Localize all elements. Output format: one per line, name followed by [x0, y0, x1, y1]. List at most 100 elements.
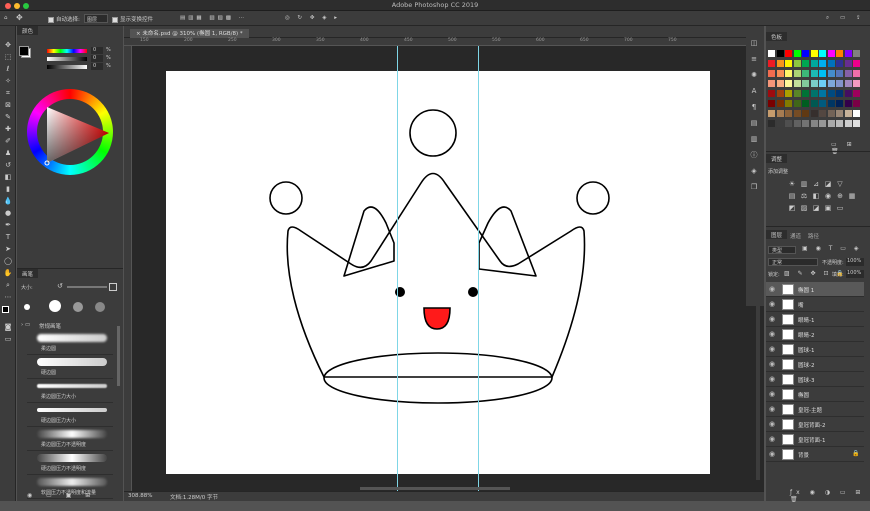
- color-swatch[interactable]: [836, 80, 843, 87]
- color-swatch[interactable]: [827, 70, 835, 77]
- eraser-tool-icon[interactable]: ◧: [3, 172, 13, 182]
- layer-filter-kind[interactable]: 类型: [768, 246, 796, 254]
- curves-icon[interactable]: ⊿: [812, 180, 820, 188]
- hue-saturation-icon[interactable]: ▤: [788, 192, 796, 200]
- brush-item[interactable]: 硬边圆压力不透明度: [27, 451, 113, 475]
- color-swatch[interactable]: [853, 60, 860, 67]
- color-swatch[interactable]: [785, 60, 792, 67]
- color-swatch[interactable]: [819, 90, 826, 97]
- threshold-icon[interactable]: ◪: [812, 204, 820, 212]
- color-swatch[interactable]: [827, 110, 835, 117]
- visibility-eye-icon[interactable]: ◉: [769, 450, 775, 458]
- brightness-value[interactable]: 0: [91, 63, 103, 70]
- color-swatch[interactable]: [768, 50, 775, 57]
- color-swatch[interactable]: [844, 110, 852, 117]
- 3d-mode-icons[interactable]: ◎ ↻ ✥ ◈ ▸: [285, 15, 340, 21]
- canvas[interactable]: [166, 71, 710, 474]
- color-swatch[interactable]: [768, 90, 775, 97]
- move-tool-icon[interactable]: ✥: [16, 13, 23, 22]
- color-swatch[interactable]: [810, 70, 818, 77]
- brush-preset-medium[interactable]: [49, 300, 61, 312]
- color-swatch[interactable]: [827, 50, 835, 57]
- channel-mixer-icon[interactable]: ⊕: [836, 192, 844, 200]
- color-swatch[interactable]: [810, 110, 818, 117]
- move-tool-icon[interactable]: ✥: [3, 40, 13, 50]
- more-tools-icon[interactable]: ⋯: [3, 292, 13, 302]
- visibility-eye-icon[interactable]: ◉: [769, 420, 775, 428]
- tab-channels[interactable]: 通道: [790, 232, 801, 240]
- tab-brushes[interactable]: 画笔: [17, 269, 39, 278]
- color-swatch[interactable]: [776, 90, 784, 97]
- zoom-level[interactable]: 308.88%: [128, 493, 152, 499]
- color-swatch[interactable]: [853, 110, 860, 117]
- reset-icon[interactable]: ↺: [57, 282, 63, 290]
- layer-row[interactable]: ◉ 圆球-1: [766, 342, 864, 357]
- color-swatch[interactable]: [776, 110, 784, 117]
- search-icon[interactable]: ⌕: [826, 15, 829, 22]
- color-swatch[interactable]: [785, 110, 792, 117]
- photo-filter-icon[interactable]: ◉: [824, 192, 832, 200]
- guide-line-left[interactable]: [397, 46, 398, 491]
- color-swatch[interactable]: [844, 60, 852, 67]
- color-swatch[interactable]: [853, 50, 860, 57]
- visibility-eye-icon[interactable]: ◉: [769, 300, 775, 308]
- swatch-footer-icons[interactable]: ▭ ⊞ 🗑: [831, 141, 870, 155]
- path-select-icon[interactable]: ➤: [3, 244, 13, 254]
- color-swatch[interactable]: [802, 50, 809, 57]
- tab-swatches[interactable]: 色板: [766, 32, 788, 41]
- visibility-eye-icon[interactable]: ◉: [769, 390, 775, 398]
- vibrance-icon[interactable]: ▽: [836, 180, 844, 188]
- color-swatch[interactable]: [793, 120, 801, 127]
- visibility-eye-icon[interactable]: ◉: [769, 330, 775, 338]
- marquee-tool-icon[interactable]: ⬚: [3, 52, 13, 62]
- color-swatch[interactable]: [802, 110, 809, 117]
- brush-item[interactable]: 柔边圆: [27, 331, 113, 355]
- gradient-tool-icon[interactable]: ▮: [3, 184, 13, 194]
- guide-line-right[interactable]: [478, 46, 479, 491]
- color-swatch[interactable]: [844, 50, 852, 57]
- color-swatch[interactable]: [802, 60, 809, 67]
- color-swatch[interactable]: [776, 120, 784, 127]
- color-fg-swatch[interactable]: [19, 46, 29, 56]
- info-panel-icon[interactable]: ⓘ: [749, 150, 759, 160]
- brush-item[interactable]: 硬边圆压力大小: [27, 403, 113, 427]
- color-swatch[interactable]: [844, 70, 852, 77]
- type-tool-icon[interactable]: T: [3, 232, 13, 242]
- brush-preset-soft[interactable]: [73, 302, 83, 312]
- color-swatch[interactable]: [827, 120, 835, 127]
- color-swatch[interactable]: [844, 120, 852, 127]
- black-white-icon[interactable]: ◧: [812, 192, 820, 200]
- layer-row[interactable]: ◉ 圆球-3: [766, 372, 864, 387]
- color-swatch[interactable]: [836, 110, 843, 117]
- layer-filter-icons[interactable]: ▣ ◉ T ▭ ◈: [802, 245, 861, 252]
- color-swatch[interactable]: [802, 80, 809, 87]
- brush-item[interactable]: 柔边圆压力大小: [27, 379, 113, 403]
- saturation-slider[interactable]: [47, 57, 87, 61]
- color-swatch[interactable]: [836, 100, 843, 107]
- exposure-icon[interactable]: ◪: [824, 180, 832, 188]
- fill-input[interactable]: 100%: [846, 270, 864, 278]
- blur-tool-icon[interactable]: 💧: [3, 196, 13, 206]
- color-swatch[interactable]: [768, 60, 775, 67]
- color-swatch[interactable]: [827, 80, 835, 87]
- share-icon[interactable]: ⇪: [856, 15, 861, 21]
- layer-row[interactable]: ◉ 眼睛-2: [766, 327, 864, 342]
- layer-row[interactable]: ◉ 圆球-2: [766, 357, 864, 372]
- color-swatch[interactable]: [793, 60, 801, 67]
- color-swatch[interactable]: [836, 60, 843, 67]
- color-swatch[interactable]: [776, 70, 784, 77]
- color-swatch[interactable]: [836, 70, 843, 77]
- color-swatch[interactable]: [802, 90, 809, 97]
- properties-panel-icon[interactable]: ≡: [749, 54, 759, 64]
- color-swatch[interactable]: [793, 70, 801, 77]
- color-swatch[interactable]: [785, 100, 792, 107]
- color-swatch[interactable]: [819, 80, 826, 87]
- color-swatch[interactable]: [853, 70, 860, 77]
- visibility-eye-icon[interactable]: ◉: [769, 345, 775, 353]
- layer-row[interactable]: ◉ 皇冠背面-2: [766, 417, 864, 432]
- color-swatch[interactable]: [853, 120, 860, 127]
- visibility-eye-icon[interactable]: ◉: [769, 360, 775, 368]
- color-swatch[interactable]: [819, 60, 826, 67]
- home-icon[interactable]: ⌂: [4, 15, 8, 21]
- color-swatch[interactable]: [819, 110, 826, 117]
